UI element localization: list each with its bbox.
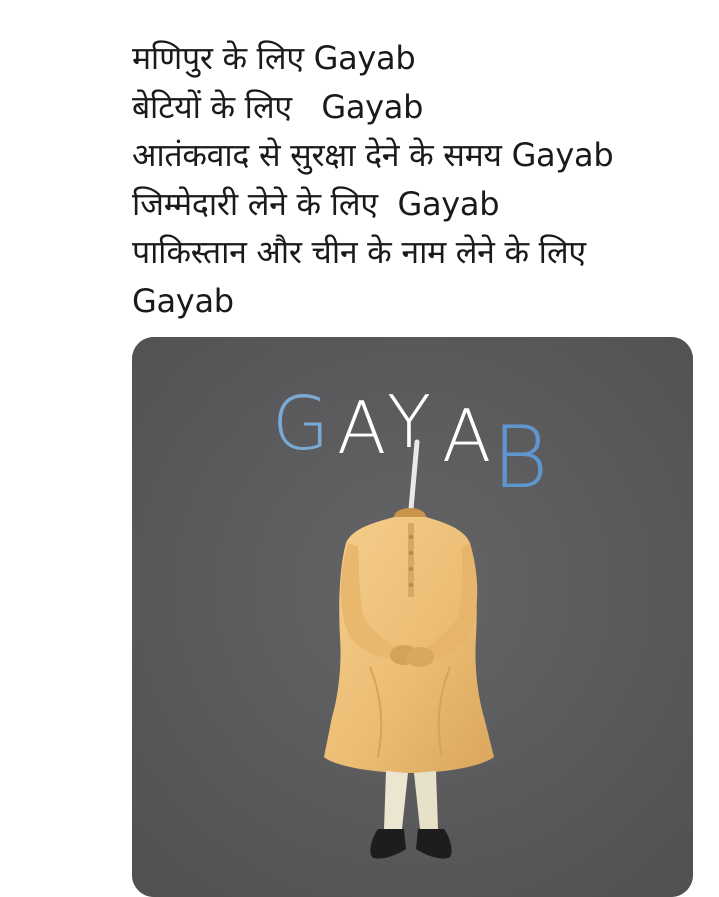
post-text-line: बेटियों के लिए Gayab — [132, 87, 424, 126]
post-text-line: जिम्मेदारी लेने के लिए Gayab — [132, 184, 500, 223]
post-text-line: मणिपुर के लिए Gayab — [132, 39, 416, 77]
post-text: मणिपुर के लिए Gayab बेटियों के लिए Gayab… — [132, 34, 692, 325]
post-image[interactable]: G A Y A B — [132, 337, 693, 897]
post-text-line: Gayab — [132, 281, 234, 320]
title-letter-g: G — [272, 381, 329, 467]
post-text-line: पाकिस्तान और चीन के नाम लेने के लिए — [132, 233, 586, 271]
gayab-poster: G A Y A B — [132, 337, 693, 897]
title-letter-y: Y — [387, 380, 431, 464]
title-letter-b: B — [492, 408, 548, 508]
title-letter-a: A — [337, 386, 386, 470]
title-letter-a2: A — [442, 394, 491, 478]
right-hand — [406, 647, 434, 667]
post-text-line: आतंकवाद से सुरक्षा देने के समय Gayab — [132, 136, 614, 174]
